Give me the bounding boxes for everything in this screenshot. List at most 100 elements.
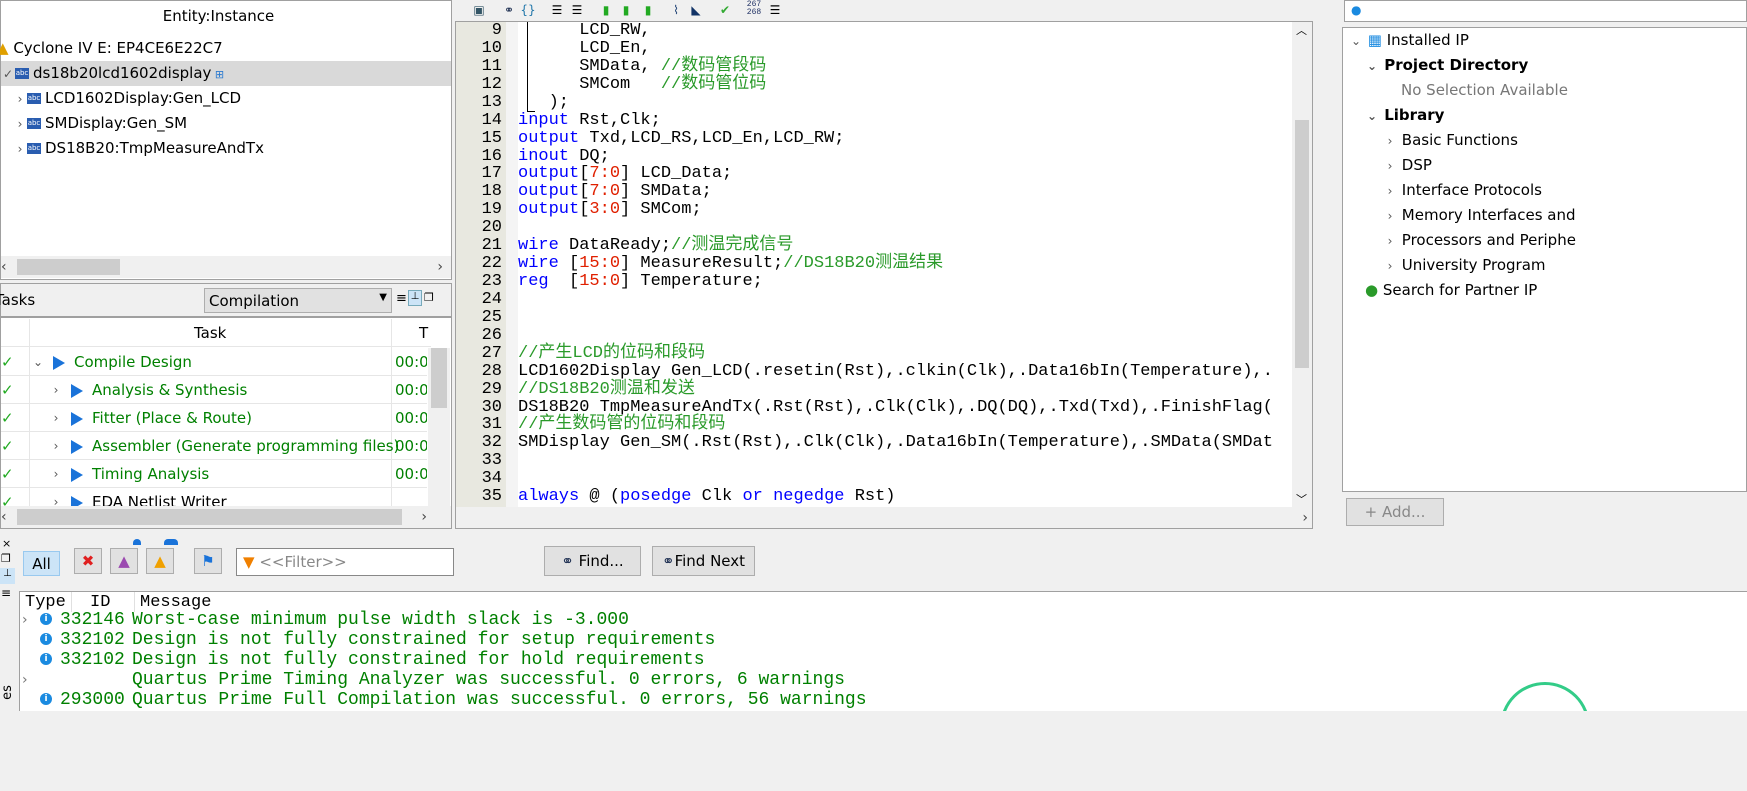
ip-search[interactable]: ●: [1344, 0, 1747, 22]
task-row[interactable]: ✓ › Fitter (Place & Route) 00:0: [1, 404, 427, 432]
chevron-right-icon[interactable]: ›: [1383, 254, 1397, 279]
find-next-button[interactable]: ⚭Find Next: [652, 546, 755, 576]
menu-icon[interactable]: ≡: [396, 291, 407, 306]
ip-library-item[interactable]: › DSP: [1383, 153, 1432, 178]
code-token: [: [579, 182, 590, 202]
run-icon[interactable]: [53, 355, 65, 370]
find-icon[interactable]: ⚭: [501, 2, 517, 18]
message-row[interactable]: i 332102 Design is not fully constrained f…: [22, 650, 705, 670]
chevron-right-icon[interactable]: ›: [49, 460, 63, 488]
run-icon[interactable]: [71, 411, 83, 426]
template-icon[interactable]: ✔: [717, 2, 733, 18]
chevron-right-icon[interactable]: ›: [1383, 204, 1397, 229]
task-row[interactable]: ✓ › EDA Netlist Writer: [1, 488, 427, 508]
line-number-icon[interactable]: 267 268: [744, 1, 764, 17]
chevron-right-icon[interactable]: [22, 650, 40, 670]
chevron-right-icon[interactable]: ›: [22, 610, 40, 630]
project-directory-row[interactable]: ⌄ Project Directory: [1365, 53, 1528, 78]
window-icon[interactable]: ▣: [471, 2, 487, 18]
task-row[interactable]: ✓ › Analysis & Synthesis 00:0: [1, 376, 427, 404]
close-icon[interactable]: ×: [2, 537, 11, 550]
chevron-right-icon[interactable]: ›: [13, 87, 27, 112]
comment-icon[interactable]: ◣: [688, 2, 704, 18]
entity-hscrollbar[interactable]: ‹ ›: [1, 256, 451, 278]
filter-all-button[interactable]: All: [23, 551, 60, 576]
run-icon[interactable]: [71, 439, 83, 454]
chip-icon: abc: [27, 93, 41, 104]
run-icon[interactable]: [71, 467, 83, 482]
restore-icon[interactable]: ❐: [424, 291, 434, 304]
indent-icon[interactable]: ☰: [549, 2, 565, 18]
ip-library-item[interactable]: › Memory Interfaces and: [1383, 203, 1576, 228]
goto-brace-icon[interactable]: {}: [520, 2, 536, 18]
flow-select[interactable]: Compilation ▼: [204, 288, 392, 313]
chevron-right-icon[interactable]: ›: [13, 137, 27, 162]
filter-warning-button[interactable]: ▲: [146, 548, 174, 574]
top-entity-row[interactable]: ✓ abc ds18b20lcd1602display ⊞: [1, 61, 451, 86]
message-row[interactable]: › i 332146 Worst-case minimum pulse width s…: [22, 610, 629, 630]
time-column-header[interactable]: T: [419, 324, 428, 342]
next-bookmark-icon[interactable]: ▮: [618, 2, 634, 18]
pin-icon[interactable]: ⊥: [0, 568, 15, 584]
filter-input[interactable]: ▼ <<Filter>>: [236, 548, 454, 576]
filter-critical-warning-button[interactable]: ▲: [110, 548, 138, 574]
tasks-hscrollbar[interactable]: ‹ ›: [1, 506, 451, 528]
unindent-icon[interactable]: ☰: [569, 2, 585, 18]
chevron-right-icon[interactable]: ›: [22, 670, 40, 690]
code-line: 15 output Txd,LCD_RS,LCD_En,LCD_RW;: [456, 128, 1296, 148]
menu-icon[interactable]: ≡: [1, 586, 11, 600]
tasks-panel: Tasks Compilation▼ ≡ ⊥ ❐ Task T ✓⌄Compil…: [0, 283, 452, 529]
pin-icon[interactable]: ⊥: [408, 290, 422, 306]
chevron-right-icon[interactable]: ›: [49, 404, 63, 432]
task-column-header[interactable]: Task: [194, 324, 226, 342]
message-row[interactable]: i 293000 Quartus Prime Full Compilation wa…: [22, 690, 867, 710]
chevron-right-icon[interactable]: ›: [1383, 129, 1397, 154]
code-token: LCD_En,: [518, 38, 651, 58]
entity-child-row[interactable]: › abc SMDisplay:Gen_SM: [13, 111, 187, 136]
chevron-down-icon[interactable]: ✓: [1, 62, 15, 87]
chevron-right-icon[interactable]: ›: [1383, 229, 1397, 254]
bookmark-icon[interactable]: ▮: [598, 2, 614, 18]
entity-child-row[interactable]: › abc DS18B20:TmpMeasureAndTx: [13, 136, 264, 161]
run-icon[interactable]: [71, 383, 83, 398]
progress-indicator: [1500, 682, 1590, 711]
message-row[interactable]: › Quartus Prime Timing Analyzer was succe…: [22, 670, 845, 690]
code-editor[interactable]: 9 LCD_RW, 10 LCD_En, 11 SMData, //数码管段码 12 …: [455, 21, 1313, 529]
chevron-right-icon[interactable]: ›: [1383, 179, 1397, 204]
chevron-down-icon[interactable]: ⌄: [31, 348, 45, 376]
attach-icon[interactable]: ⌇: [668, 2, 684, 18]
filter-flag-button[interactable]: ⚑: [194, 548, 222, 574]
editor-hscrollbar[interactable]: ›: [456, 507, 1312, 528]
chevron-right-icon[interactable]: ›: [1383, 154, 1397, 179]
filter-error-button[interactable]: ✖: [74, 548, 102, 574]
chip-icon: abc: [15, 68, 29, 79]
add-ip-button[interactable]: + Add...: [1346, 498, 1444, 526]
task-row[interactable]: ✓ › Assembler (Generate programming files)…: [1, 432, 427, 460]
library-row[interactable]: ⌄ Library: [1365, 103, 1444, 128]
device-row[interactable]: ▲ Cyclone IV E: EP4CE6E22C7: [0, 36, 223, 61]
message-row[interactable]: i 332102 Design is not fully constrained f…: [22, 630, 715, 650]
installed-ip-row[interactable]: ⌄ ▦ Installed IP: [1349, 28, 1469, 53]
task-row[interactable]: ✓ › Timing Analysis 00:0: [1, 460, 427, 488]
task-row[interactable]: ✓ ⌄ Compile Design 00:0: [1, 348, 427, 376]
ip-library-item[interactable]: › Basic Functions: [1383, 128, 1518, 153]
prev-bookmark-icon[interactable]: ▮: [640, 2, 656, 18]
chevron-right-icon[interactable]: [22, 630, 40, 650]
editor-vscrollbar[interactable]: ︿ ﹀: [1292, 22, 1312, 507]
find-button[interactable]: ⚭ Find...: [544, 546, 641, 576]
chevron-right-icon[interactable]: ›: [49, 432, 63, 460]
chevron-right-icon[interactable]: [22, 690, 40, 710]
list-icon[interactable]: ☰: [767, 2, 783, 18]
info-icon: i: [40, 633, 52, 646]
restore-icon[interactable]: ❐: [1, 552, 11, 565]
chevron-right-icon[interactable]: ›: [49, 376, 63, 404]
ip-library-item[interactable]: › University Program: [1383, 253, 1546, 278]
ip-library-item[interactable]: › Processors and Periphe: [1383, 228, 1576, 253]
entity-child-row[interactable]: › abc LCD1602Display:Gen_LCD: [13, 86, 241, 111]
tasks-vscrollbar[interactable]: [428, 348, 450, 508]
chevron-right-icon[interactable]: ›: [13, 112, 27, 137]
search-partner-ip-row[interactable]: ● Search for Partner IP: [1365, 278, 1537, 303]
ip-library-item[interactable]: › Interface Protocols: [1383, 178, 1542, 203]
line-number: 15: [481, 128, 502, 148]
chevron-right-icon[interactable]: ›: [49, 488, 63, 508]
